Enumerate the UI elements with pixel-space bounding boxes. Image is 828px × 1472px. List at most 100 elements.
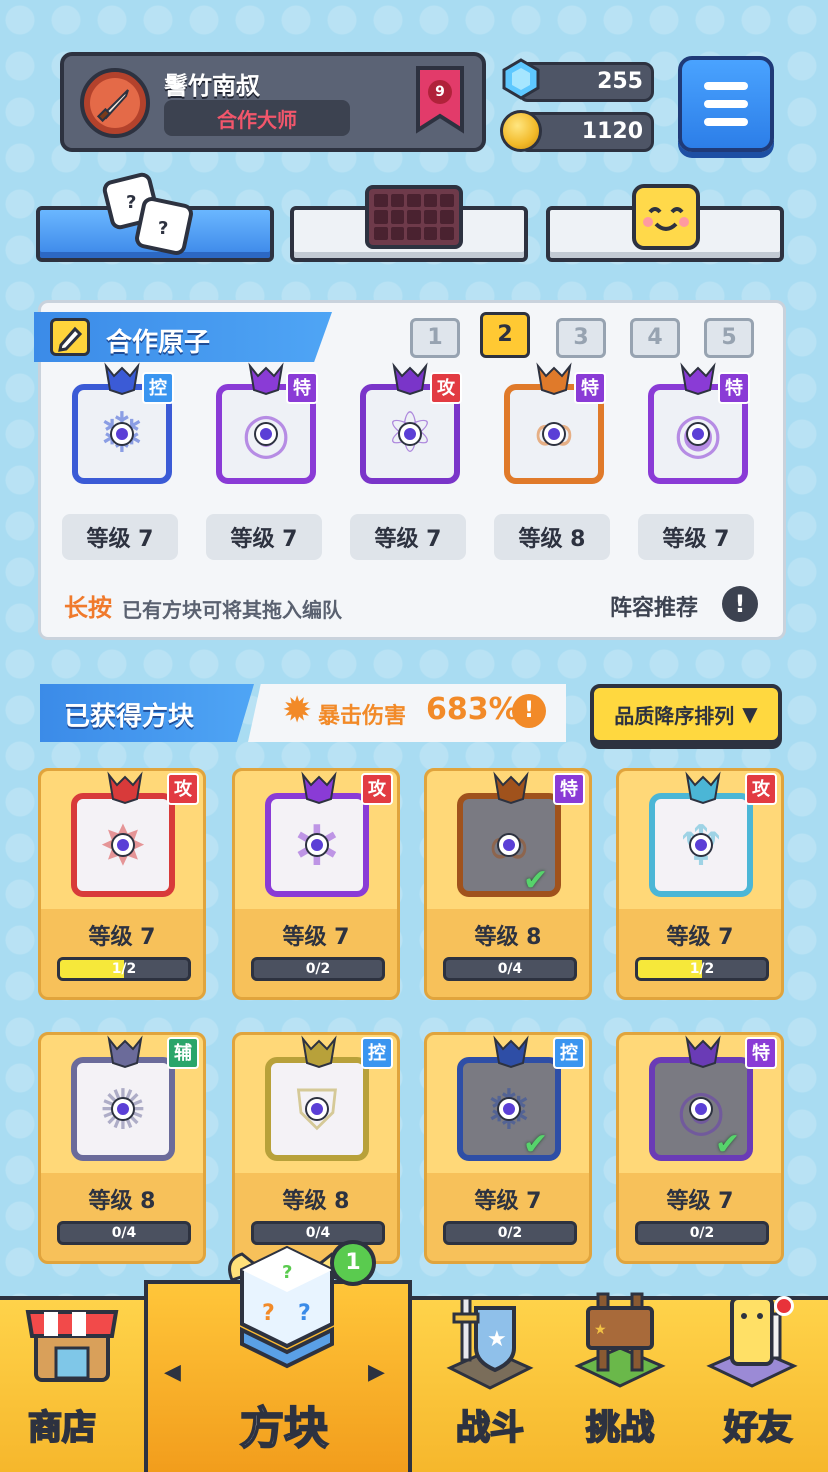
core-icon <box>113 1099 133 1119</box>
type-tag: 攻 <box>361 773 393 805</box>
block-level: 等级 7 <box>666 1189 734 1214</box>
progress-text: 0/2 <box>497 1225 523 1241</box>
crit-value: 683% <box>426 692 519 727</box>
type-tag: 控 <box>361 1037 393 1069</box>
owned-block-card[interactable]: ✲攻等级 70/2 <box>232 768 400 1000</box>
type-tag: 特 <box>553 773 585 805</box>
board-grid-icon <box>365 185 463 249</box>
svg-text:★: ★ <box>594 1322 607 1338</box>
gem-icon <box>502 58 540 100</box>
owned-block-card[interactable]: ✸攻等级 71/2 <box>38 768 206 1000</box>
lineup-recommend-button[interactable]: 阵容推荐 <box>610 590 698 622</box>
type-tag: 控 <box>553 1037 585 1069</box>
team-card-4[interactable]: ∞特 <box>492 362 610 492</box>
progress-text: 1/2 <box>111 961 137 977</box>
owned-block-card[interactable]: ⛉控等级 80/4 <box>232 1032 400 1264</box>
type-tag: 辅 <box>167 1037 199 1069</box>
progress-bar: 0/2 <box>443 1221 577 1245</box>
team-card-1[interactable]: ❄控 <box>60 362 178 492</box>
progress-text: 0/4 <box>497 961 523 977</box>
team-slot-5[interactable]: 5 <box>704 318 754 358</box>
team-card-2[interactable]: ◎特 <box>204 362 322 492</box>
dice-icon: ? ? <box>102 172 193 255</box>
progress-text: 1/2 <box>689 961 715 977</box>
block-level: 等级 8 <box>88 1189 156 1214</box>
pencil-icon[interactable] <box>50 318 90 356</box>
nav-shop[interactable] <box>20 1292 124 1388</box>
owned-block-card[interactable]: ✺辅等级 80/4 <box>38 1032 206 1264</box>
nav-challenge-label[interactable]: 挑战 <box>578 1400 662 1449</box>
nav-friends-label[interactable]: 好友 <box>716 1400 800 1449</box>
coin-icon <box>500 110 542 152</box>
team-slot-1[interactable]: 1 <box>410 318 460 358</box>
type-tag: 特 <box>286 372 318 404</box>
core-icon <box>499 1099 519 1119</box>
team-card-level: 等级 7 <box>206 514 322 560</box>
core-icon <box>307 835 327 855</box>
svg-text:?: ? <box>298 1301 311 1326</box>
core-icon <box>499 835 519 855</box>
owned-block-card[interactable]: ❄控✔等级 70/2 <box>424 1032 592 1264</box>
core-icon <box>113 835 133 855</box>
player-profile-card[interactable]: 鬐竹南叔 合作大师 9 <box>60 52 486 152</box>
crit-label: 暴击伤害 <box>318 704 407 729</box>
type-tag: 特 <box>574 372 606 404</box>
nav-blocks-label[interactable]: 方块 <box>216 1392 352 1456</box>
core-icon <box>400 424 420 444</box>
type-tag: 特 <box>718 372 750 404</box>
nav-battle-label[interactable]: 战斗 <box>448 1400 532 1449</box>
core-icon <box>691 835 711 855</box>
nav-left-arrow-icon[interactable]: ◀ <box>164 1360 181 1385</box>
owned-block-card[interactable]: ◎特✔等级 70/2 <box>616 1032 784 1264</box>
obtained-title: 已获得方块 <box>64 702 195 732</box>
dragon-head-icon <box>301 1035 337 1069</box>
avatar <box>80 68 150 138</box>
dragon-head-icon <box>392 362 428 396</box>
team-card-5[interactable]: ◉特 <box>636 362 754 492</box>
team-slot-3[interactable]: 3 <box>556 318 606 358</box>
notification-dot <box>774 1296 794 1316</box>
type-tag: 特 <box>745 1037 777 1069</box>
notification-badge: 1 <box>330 1240 376 1286</box>
block-level: 等级 7 <box>88 925 156 950</box>
progress-text: 0/2 <box>305 961 331 977</box>
core-icon <box>307 1099 327 1119</box>
checkmark-icon: ✔ <box>715 1127 741 1162</box>
type-tag: 攻 <box>745 773 777 805</box>
nav-challenge[interactable]: ★ <box>570 1290 670 1390</box>
nav-right-arrow-icon[interactable]: ▶ <box>368 1360 385 1385</box>
dragon-head-icon <box>248 362 284 396</box>
checkmark-icon: ✔ <box>523 1127 549 1162</box>
player-name: 鬐竹南叔 <box>164 72 260 100</box>
owned-block-card[interactable]: ∞特✔等级 80/4 <box>424 768 592 1000</box>
svg-text:?: ? <box>262 1301 275 1326</box>
team-card-3[interactable]: ⚛攻 <box>348 362 466 492</box>
sort-dropdown[interactable]: 品质降序排列 ▼ <box>590 684 782 744</box>
crit-info-icon[interactable]: ! <box>512 694 546 728</box>
menu-button[interactable] <box>678 56 774 152</box>
team-slot-2[interactable]: 2 <box>480 312 530 358</box>
block-level: 等级 7 <box>666 925 734 950</box>
team-card-level: 等级 7 <box>350 514 466 560</box>
progress-text: 0/2 <box>689 1225 715 1241</box>
core-icon <box>112 424 132 444</box>
nav-shop-label[interactable]: 商店 <box>20 1400 104 1449</box>
progress-bar: 0/4 <box>57 1221 191 1245</box>
dragon-head-icon <box>680 362 716 396</box>
player-title: 合作大师 <box>164 100 350 136</box>
team-slot-4[interactable]: 4 <box>630 318 680 358</box>
block-level: 等级 7 <box>282 925 350 950</box>
nav-battle[interactable]: ★ <box>440 1292 540 1392</box>
checkmark-icon: ✔ <box>523 863 549 898</box>
core-icon <box>688 424 708 444</box>
progress-bar: 1/2 <box>635 957 769 981</box>
type-tag: 攻 <box>167 773 199 805</box>
info-icon[interactable]: ! <box>722 586 758 622</box>
type-tag: 攻 <box>430 372 462 404</box>
svg-text:★: ★ <box>487 1327 507 1352</box>
svg-text:?: ? <box>282 1262 292 1283</box>
dragon-head-icon <box>536 362 572 396</box>
dragon-head-icon <box>493 1035 529 1069</box>
sword-icon <box>96 89 129 123</box>
owned-block-card[interactable]: ♆攻等级 71/2 <box>616 768 784 1000</box>
